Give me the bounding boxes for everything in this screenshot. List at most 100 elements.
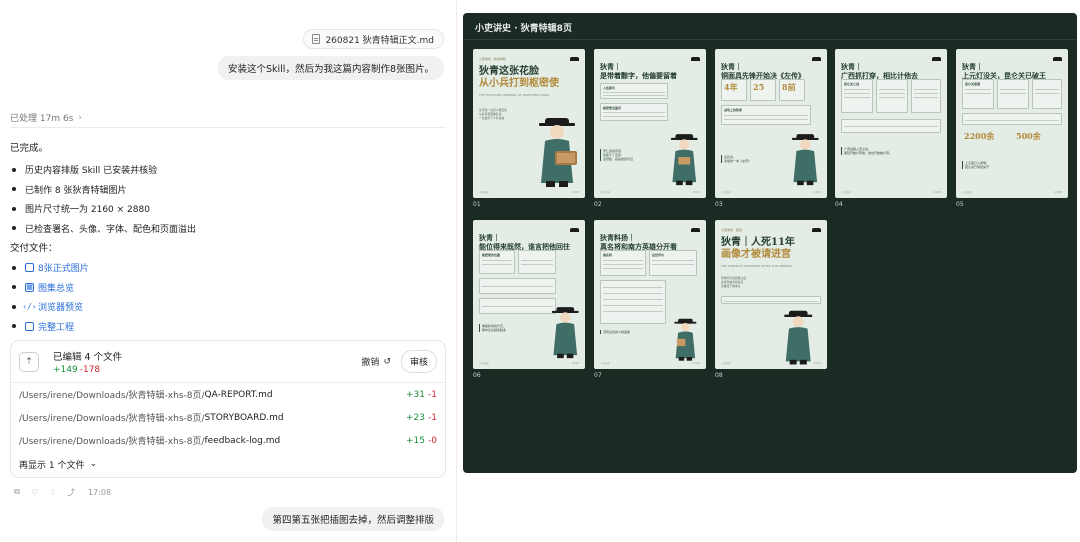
edited-files-diffstat: +149 -178 <box>53 364 101 375</box>
gallery-title: 小吏讲史 · 狄青特辑8页 <box>475 24 572 34</box>
stat-number: 2200余 <box>964 131 995 141</box>
card-page: 05/08 <box>1054 191 1062 194</box>
card-footer: 小吏讲史 <box>479 362 490 365</box>
card-panel <box>911 79 941 113</box>
summary-list: 历史内容排版 Skill 已安装并核验 已制作 8 张狄青特辑图片 图片尺寸统一… <box>12 160 196 238</box>
chevron-right-icon: › <box>78 112 82 123</box>
card-panel <box>479 298 556 314</box>
edited-file-row[interactable]: /Users/irene/Downloads/狄青特辑-xhs-8页/feedb… <box>11 429 445 452</box>
bullet-icon <box>12 285 16 290</box>
attached-file-chip[interactable]: 260821 狄青特辑正文.md <box>303 29 444 49</box>
deliverable-link-images[interactable]: 8张正式图片 <box>12 258 89 278</box>
gallery-card-03[interactable]: 狄青｜ 铜面具先锋开始决《左传》 4年 25 8前 战场上的狄青 读兵法， 读懂… <box>715 49 827 198</box>
card-subtitle: THE TATTOOED GENERAL OF NORTHERN SONG <box>479 93 550 97</box>
card-panel: 真名将 <box>600 250 646 276</box>
gallery-divider <box>463 39 1077 40</box>
bullet-icon <box>12 265 16 270</box>
bullet-icon <box>12 304 16 309</box>
file-icon <box>312 34 321 44</box>
card-subtitle: THE PORTRAIT RETURNED AFTER THE GENERAL <box>721 264 793 268</box>
stat-box: 8前 <box>779 79 805 101</box>
official-figure-illustration <box>674 318 697 361</box>
official-figure-illustration <box>551 307 579 359</box>
official-figure-illustration <box>670 134 698 186</box>
expand-icon[interactable]: ⇡ <box>19 351 39 372</box>
card-quote: 上元夜灯火通明， 昆仑关已悄然失守 <box>962 161 989 169</box>
card-label: 01 <box>473 201 481 208</box>
card-page: 08/08 <box>813 362 821 365</box>
gallery-card-06[interactable]: 狄青｜ 能位得来既然，谁言把他回往 枢密使的位置 看着狄青的升迁， 朝中议论越来… <box>473 220 585 369</box>
card-panel <box>876 79 908 113</box>
review-button[interactable]: 审核 <box>400 350 437 373</box>
file-icon <box>25 263 34 273</box>
card-panel <box>600 280 666 324</box>
stat-number: 500余 <box>1016 131 1041 141</box>
gallery-card-08[interactable]: 小吏讲史 · 结尾 狄青｜人死11年 画像才被请进宫 THE PORTRAIT R… <box>715 220 827 369</box>
show-more-files-button[interactable]: 再显示 1 个文件 ⌄ <box>11 452 445 476</box>
thumbs-down-icon[interactable]: ♢ <box>48 487 58 497</box>
edited-file-row[interactable]: /Users/irene/Downloads/狄青特辑-xhs-8页/STORY… <box>11 406 445 429</box>
share-icon[interactable]: ⤴ <box>66 487 76 497</box>
card-title: 狄青这张花脸 从小兵打到枢密使 <box>479 66 559 89</box>
logo-icon <box>570 228 579 232</box>
edited-file-row[interactable]: /Users/irene/Downloads/狄青特辑-xhs-8页/QA-RE… <box>11 383 445 406</box>
deliverable-link-preview[interactable]: ‹/› 浏览器预览 <box>12 297 89 317</box>
card-footer: 小吏讲史 <box>721 362 732 365</box>
card-quote: 看着狄青的升迁， 朝中议论越来越多 <box>479 324 506 332</box>
card-title: 狄青｜ 广西抓打穿，相比计他去 <box>841 62 918 80</box>
card-quote: 广西战报入京之后， 朝廷开始计算他，他也开始被计算。 <box>841 147 892 155</box>
gallery-card-02[interactable]: 狄青｜ 是带着黥字，他偏要留着 入伍那天 枢密使当面问 宋仁宗的原话 改变不了出… <box>594 49 706 198</box>
gallery-card-05[interactable]: 狄青｜ 上元灯没关，昆仑关已破王 昆仑关夜袭 2200余 500余 上元夜灯火通… <box>956 49 1068 198</box>
card-footer: 小吏讲史 <box>479 191 490 194</box>
card-label: 04 <box>835 201 843 208</box>
list-item: 图片尺寸统一为 2160 × 2880 <box>12 199 196 219</box>
card-label: 02 <box>594 201 602 208</box>
card-panel <box>841 119 941 133</box>
gallery-card-04[interactable]: 狄青｜ 广西抓打穿，相比计他去 昆仑关之战 广西战报入京之后， 朝廷开始计算他，… <box>835 49 947 198</box>
user-message-bubble: 安装这个Skill，然后为我这篇内容制作8张图片。 <box>218 56 444 80</box>
gallery-card-07[interactable]: 狄青料扬｜ 真名将和南方英雄分开看 真名将 后世评价 流传后世的人物画像 小吏讲… <box>594 220 706 369</box>
card-label: 07 <box>594 372 602 379</box>
chat-panel: 260821 狄青特辑正文.md 安装这个Skill，然后为我这篇内容制作8张图… <box>0 0 456 542</box>
card-tag: 小吏讲史 · 结尾 <box>721 228 742 232</box>
card-label: 05 <box>956 201 964 208</box>
undo-button[interactable]: 撤销 ↺ <box>361 355 391 369</box>
card-panel <box>518 250 556 274</box>
logo-icon <box>691 57 700 61</box>
list-item: 历史内容排版 Skill 已安装并核验 <box>12 160 196 180</box>
copy-icon[interactable]: ⧉ <box>12 487 22 497</box>
bullet-icon <box>12 226 16 231</box>
edited-files-title: 已编辑 4 个文件 <box>53 351 123 363</box>
card-quote: 流传后世的人物画像 <box>600 330 630 334</box>
card-page: 07/08 <box>692 362 700 365</box>
card-title: 狄青｜ 上元灯没关，昆仑关已破王 <box>962 62 1046 80</box>
card-panel: 昆仑关之战 <box>841 79 873 113</box>
official-figure-illustration <box>784 310 813 365</box>
pane-divider[interactable] <box>456 0 457 542</box>
file-diffstat: +15 -0 <box>406 435 437 446</box>
card-panel: 枢密使的位置 <box>479 250 515 274</box>
card-page: 03/08 <box>813 191 821 194</box>
card-title: 狄青｜ 是带着黥字，他偏要留着 <box>600 62 677 80</box>
deliverables-label: 交付文件： <box>10 243 58 254</box>
message-time: 17:08 <box>88 487 112 497</box>
card-quote: 读兵法， 读懂的一本《左传》 <box>721 155 751 163</box>
gallery-card-01[interactable]: 小吏讲史 · 狄青特辑 狄青这张花脸 从小兵打到枢密使 THE TATTOOED … <box>473 49 585 198</box>
processed-toggle[interactable]: 已处理 17m 6s › <box>10 111 82 125</box>
deliverable-link-gallery[interactable]: ▦ 图集总览 <box>12 278 89 298</box>
card-panel <box>721 296 821 304</box>
card-panel: 昆仑关夜袭 <box>962 79 994 109</box>
file-diffstat: +31 -1 <box>406 389 437 400</box>
card-panel <box>997 79 1029 109</box>
official-figure-illustration <box>791 134 819 186</box>
list-item: 已制作 8 张狄青特辑图片 <box>12 180 196 200</box>
card-body: 宋神宗为他画像之后 这张脸被重新看见 英雄终于被承认 <box>721 276 747 288</box>
thumbs-up-icon[interactable]: ♡ <box>30 487 40 497</box>
deliverable-link-project[interactable]: 完整工程 <box>12 317 89 337</box>
user-message-bubble-2: 第四第五张把插图去掉，然后调整排版 <box>262 507 444 531</box>
chevron-down-icon: ⌄ <box>89 459 97 469</box>
card-footer: 小吏讲史 <box>600 191 611 194</box>
logo-icon <box>932 57 941 61</box>
stat-box: 4年 <box>721 79 747 101</box>
card-page: 06/08 <box>571 362 579 365</box>
